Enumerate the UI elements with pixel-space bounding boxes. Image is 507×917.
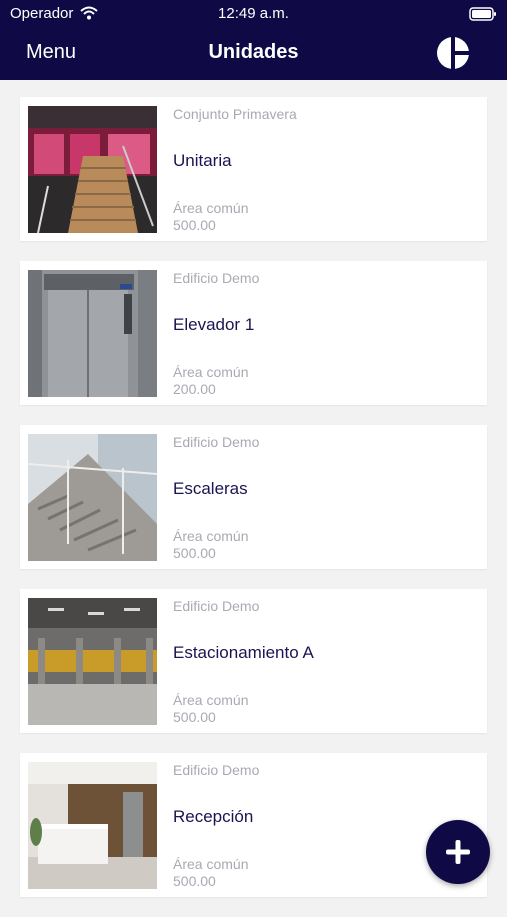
- unit-info: Edificio Demo Escaleras Área común 500.0…: [173, 425, 477, 569]
- unit-building: Edificio Demo: [173, 762, 260, 778]
- app-header: Operador 12:49 a.m. Menu Unidades: [0, 0, 507, 80]
- unit-area: 500.00: [173, 873, 216, 889]
- unit-info: Edificio Demo Elevador 1 Área común 200.…: [173, 261, 477, 405]
- unit-photo: [28, 598, 157, 725]
- add-unit-button[interactable]: [426, 820, 490, 884]
- units-list: Conjunto Primavera Unitaria Área común 5…: [20, 97, 487, 917]
- unit-info: Conjunto Primavera Unitaria Área común 5…: [173, 97, 477, 241]
- unit-photo: [28, 106, 157, 233]
- status-bar: Operador 12:49 a.m.: [0, 4, 507, 24]
- unit-building: Edificio Demo: [173, 598, 260, 614]
- unit-area: 500.00: [173, 217, 216, 233]
- unit-name: Estacionamiento A: [173, 643, 314, 662]
- unit-building: Conjunto Primavera: [173, 106, 297, 122]
- unit-card[interactable]: Edificio Demo Recepción Área común 500.0…: [20, 753, 487, 897]
- unit-building: Edificio Demo: [173, 270, 260, 286]
- unit-name: Unitaria: [173, 151, 232, 170]
- unit-info: Edificio Demo Recepción Área común 500.0…: [173, 753, 477, 897]
- unit-card[interactable]: Edificio Demo Estacionamiento A Área com…: [20, 589, 487, 733]
- unit-type: Área común: [173, 364, 249, 380]
- page-title: Unidades: [208, 41, 299, 63]
- unit-type: Área común: [173, 200, 249, 216]
- unit-card[interactable]: Conjunto Primavera Unitaria Área común 5…: [20, 97, 487, 241]
- unit-card[interactable]: Edificio Demo Escaleras Área común 500.0…: [20, 425, 487, 569]
- unit-photo: [28, 762, 157, 889]
- unit-type: Área común: [173, 692, 249, 708]
- unit-type: Área común: [173, 856, 249, 872]
- unit-photo: [28, 434, 157, 561]
- nav-bar: Menu Unidades: [0, 36, 507, 70]
- unit-type: Área común: [173, 528, 249, 544]
- unit-name: Elevador 1: [173, 315, 255, 334]
- unit-photo: [28, 270, 157, 397]
- battery-icon: [469, 7, 497, 25]
- unit-card[interactable]: Edificio Demo Elevador 1 Área común 200.…: [20, 261, 487, 405]
- unit-area: 500.00: [173, 709, 216, 725]
- plus-icon: [446, 840, 470, 864]
- unit-name: Escaleras: [173, 479, 248, 498]
- brand-logo-icon: [436, 36, 470, 75]
- unit-area: 500.00: [173, 545, 216, 561]
- status-time: 12:49 a.m.: [218, 5, 289, 22]
- unit-building: Edificio Demo: [173, 434, 260, 450]
- unit-info: Edificio Demo Estacionamiento A Área com…: [173, 589, 477, 733]
- unit-area: 200.00: [173, 381, 216, 397]
- unit-name: Recepción: [173, 807, 254, 826]
